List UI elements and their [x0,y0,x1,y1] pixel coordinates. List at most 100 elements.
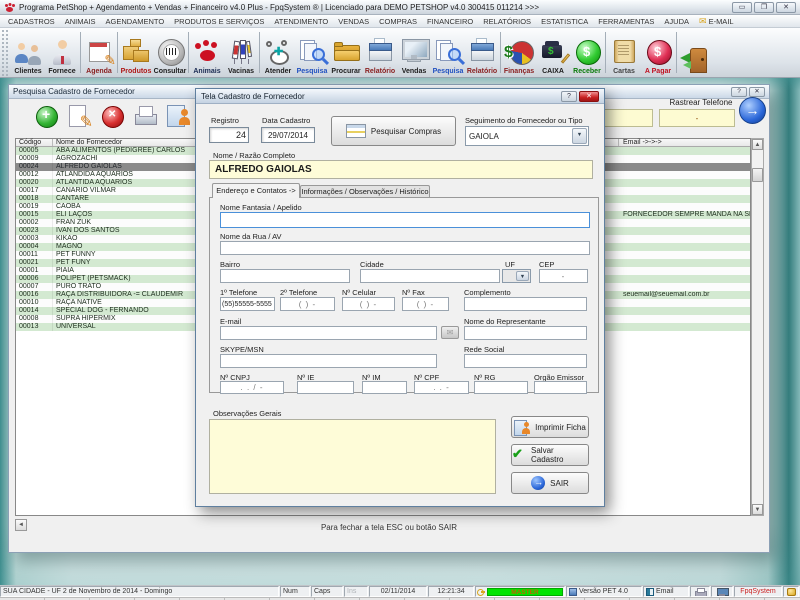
tab-endereco-contatos[interactable]: Endereço e Contatos -> [212,183,300,198]
rastrear-telefone-input[interactable]: - [659,109,735,127]
toolbar-button-clientes[interactable]: Clientes [11,28,45,77]
toolbar-button-produtos[interactable]: Produtos [119,28,153,77]
toolbar-button-vendas[interactable]: Vendas [397,28,431,77]
pesquisar-compras-button[interactable]: Pesquisar Compras [331,116,456,146]
rede-social-input[interactable] [464,354,587,368]
status-email[interactable]: Email [643,586,689,597]
bairro-input[interactable] [220,269,350,283]
report-icon [466,37,498,67]
dialog-close-button[interactable]: ✕ [579,91,599,102]
im-input[interactable] [362,381,407,394]
uf-select[interactable] [502,269,531,283]
seguimento-select[interactable]: GAIOLA [465,126,589,146]
registro-field[interactable]: 24 [209,127,249,143]
fantasia-input[interactable] [220,212,590,228]
delete-record-icon[interactable] [99,103,125,129]
cep-input[interactable]: - [539,269,588,283]
toolbar-button-cartas[interactable]: Cartas [607,28,641,77]
minimize-button[interactable]: ▭ [732,2,752,13]
column-header-nome[interactable]: Nome do Fornecedor [56,139,122,147]
toolbar-button-pesquisa[interactable]: Pesquisa [295,28,329,77]
sair-button[interactable]: SAIR [511,472,589,494]
toolbar-label: Clientes [14,67,41,76]
data-cadastro-field[interactable]: 29/07/2014 [261,127,315,143]
table-vertical-scrollbar[interactable]: ▲ ▼ [751,138,764,516]
toolbar-button-agenda[interactable]: Agenda [82,28,116,77]
imprimir-ficha-button[interactable]: Imprimir Ficha [511,416,589,438]
report-person-icon[interactable] [165,103,191,129]
column-header-codigo[interactable]: Código [19,139,41,147]
status-user: MASTER [475,586,565,597]
fax-input[interactable]: ( ) - [402,297,449,311]
toolbar-label: Atender [265,67,291,76]
cell-codigo: 00011 [19,251,38,259]
fax-label: Nº Fax [402,288,425,297]
scroll-up-icon[interactable]: ▲ [752,139,763,150]
send-email-button[interactable]: ✉ [441,326,459,339]
ie-input[interactable] [297,381,354,394]
celular-input[interactable]: ( ) - [342,297,395,311]
toolbar-button-consultar[interactable]: Consultar [153,28,187,77]
pawcross-icon [262,37,294,67]
rg-input[interactable] [474,381,528,394]
toolbar-button-atender[interactable]: Atender [261,28,295,77]
toolbar-button-caixa[interactable]: CAIXA [536,28,570,77]
complemento-input[interactable] [464,297,587,311]
toolbar-button-a-pagar[interactable]: A Pagar [641,28,675,77]
dialog-help-button[interactable]: ? [561,91,577,102]
search-go-button[interactable]: → [739,97,766,124]
supplier-icon [46,37,78,67]
toolbar-button-fornece[interactable]: Fornece [45,28,79,77]
menu-agendamento[interactable]: AGENDAMENTO [101,17,170,26]
menu-vendas[interactable]: VENDAS [333,17,374,26]
cell-nome: CANTARE [56,195,89,203]
toolbar-button-animais[interactable]: Animais [190,28,224,77]
toolbar-button-procurar[interactable]: Procurar [329,28,363,77]
toolbar-button-vacinas[interactable]: Vacinas [224,28,258,77]
search-help-button[interactable]: ? [731,87,747,97]
search-close-button[interactable]: ✕ [749,87,765,97]
menu-e-mail[interactable]: ✉E-MAIL [694,16,739,27]
cidade-input[interactable] [360,269,500,283]
toolbar-button-financas[interactable]: Finanças [502,28,536,77]
menu-produtos-e-servicos[interactable]: PRODUTOS E SERVIÇOS [169,17,269,26]
print-icon[interactable] [132,103,158,129]
menu-relatorios[interactable]: RELATÓRIOS [478,17,536,26]
toolbar-button-relatorio[interactable]: Relatório [363,28,397,77]
menu-cadastros[interactable]: CADASTROS [3,17,60,26]
tel2-input[interactable]: ( ) - [280,297,335,311]
rua-input[interactable] [220,241,590,255]
toolbar-button-pesquisa[interactable]: Pesquisa [431,28,465,77]
scroll-down-icon[interactable]: ▼ [752,504,763,515]
menu-ferramentas[interactable]: FERRAMENTAS [593,17,659,26]
toolbar-button-receber[interactable]: Receber [570,28,604,77]
salvar-cadastro-button[interactable]: Salvar Cadastro [511,444,589,466]
add-record-icon[interactable] [33,103,59,129]
status-printer[interactable] [690,586,710,597]
close-button[interactable]: ✕ [776,2,796,13]
edit-record-icon[interactable] [66,103,92,129]
observacoes-textarea[interactable] [209,419,496,494]
email-input[interactable] [220,326,437,340]
menu-estatistica[interactable]: ESTATISTICA [536,17,593,26]
orgao-emissor-input[interactable] [534,381,587,394]
representante-input[interactable] [464,326,587,340]
cpf-input[interactable]: . . - [414,381,469,394]
scrollbar-thumb[interactable] [752,168,763,182]
menu-financeiro[interactable]: FINANCEIRO [422,17,478,26]
key-icon [477,588,485,596]
toolbar-button-exit[interactable] [678,28,712,77]
status-monitor[interactable] [711,586,733,597]
skype-input[interactable] [220,354,437,368]
toolbar-button-relatorio[interactable]: Relatório [465,28,499,77]
column-header-email[interactable]: Email ->->-> [623,139,662,147]
monitor-icon [717,588,727,596]
menu-animais[interactable]: ANIMAIS [60,17,101,26]
menu-compras[interactable]: COMPRAS [374,17,422,26]
menu-ajuda[interactable]: AJUDA [659,17,694,26]
cnpj-input[interactable]: . . / - [220,381,284,394]
nome-razao-field[interactable]: ALFREDO GAIOLAS [209,160,593,179]
tel1-input[interactable]: (55)55555-5555 [220,297,275,311]
menu-atendimento[interactable]: ATENDIMENTO [269,17,333,26]
restore-button[interactable]: ❐ [754,2,774,13]
